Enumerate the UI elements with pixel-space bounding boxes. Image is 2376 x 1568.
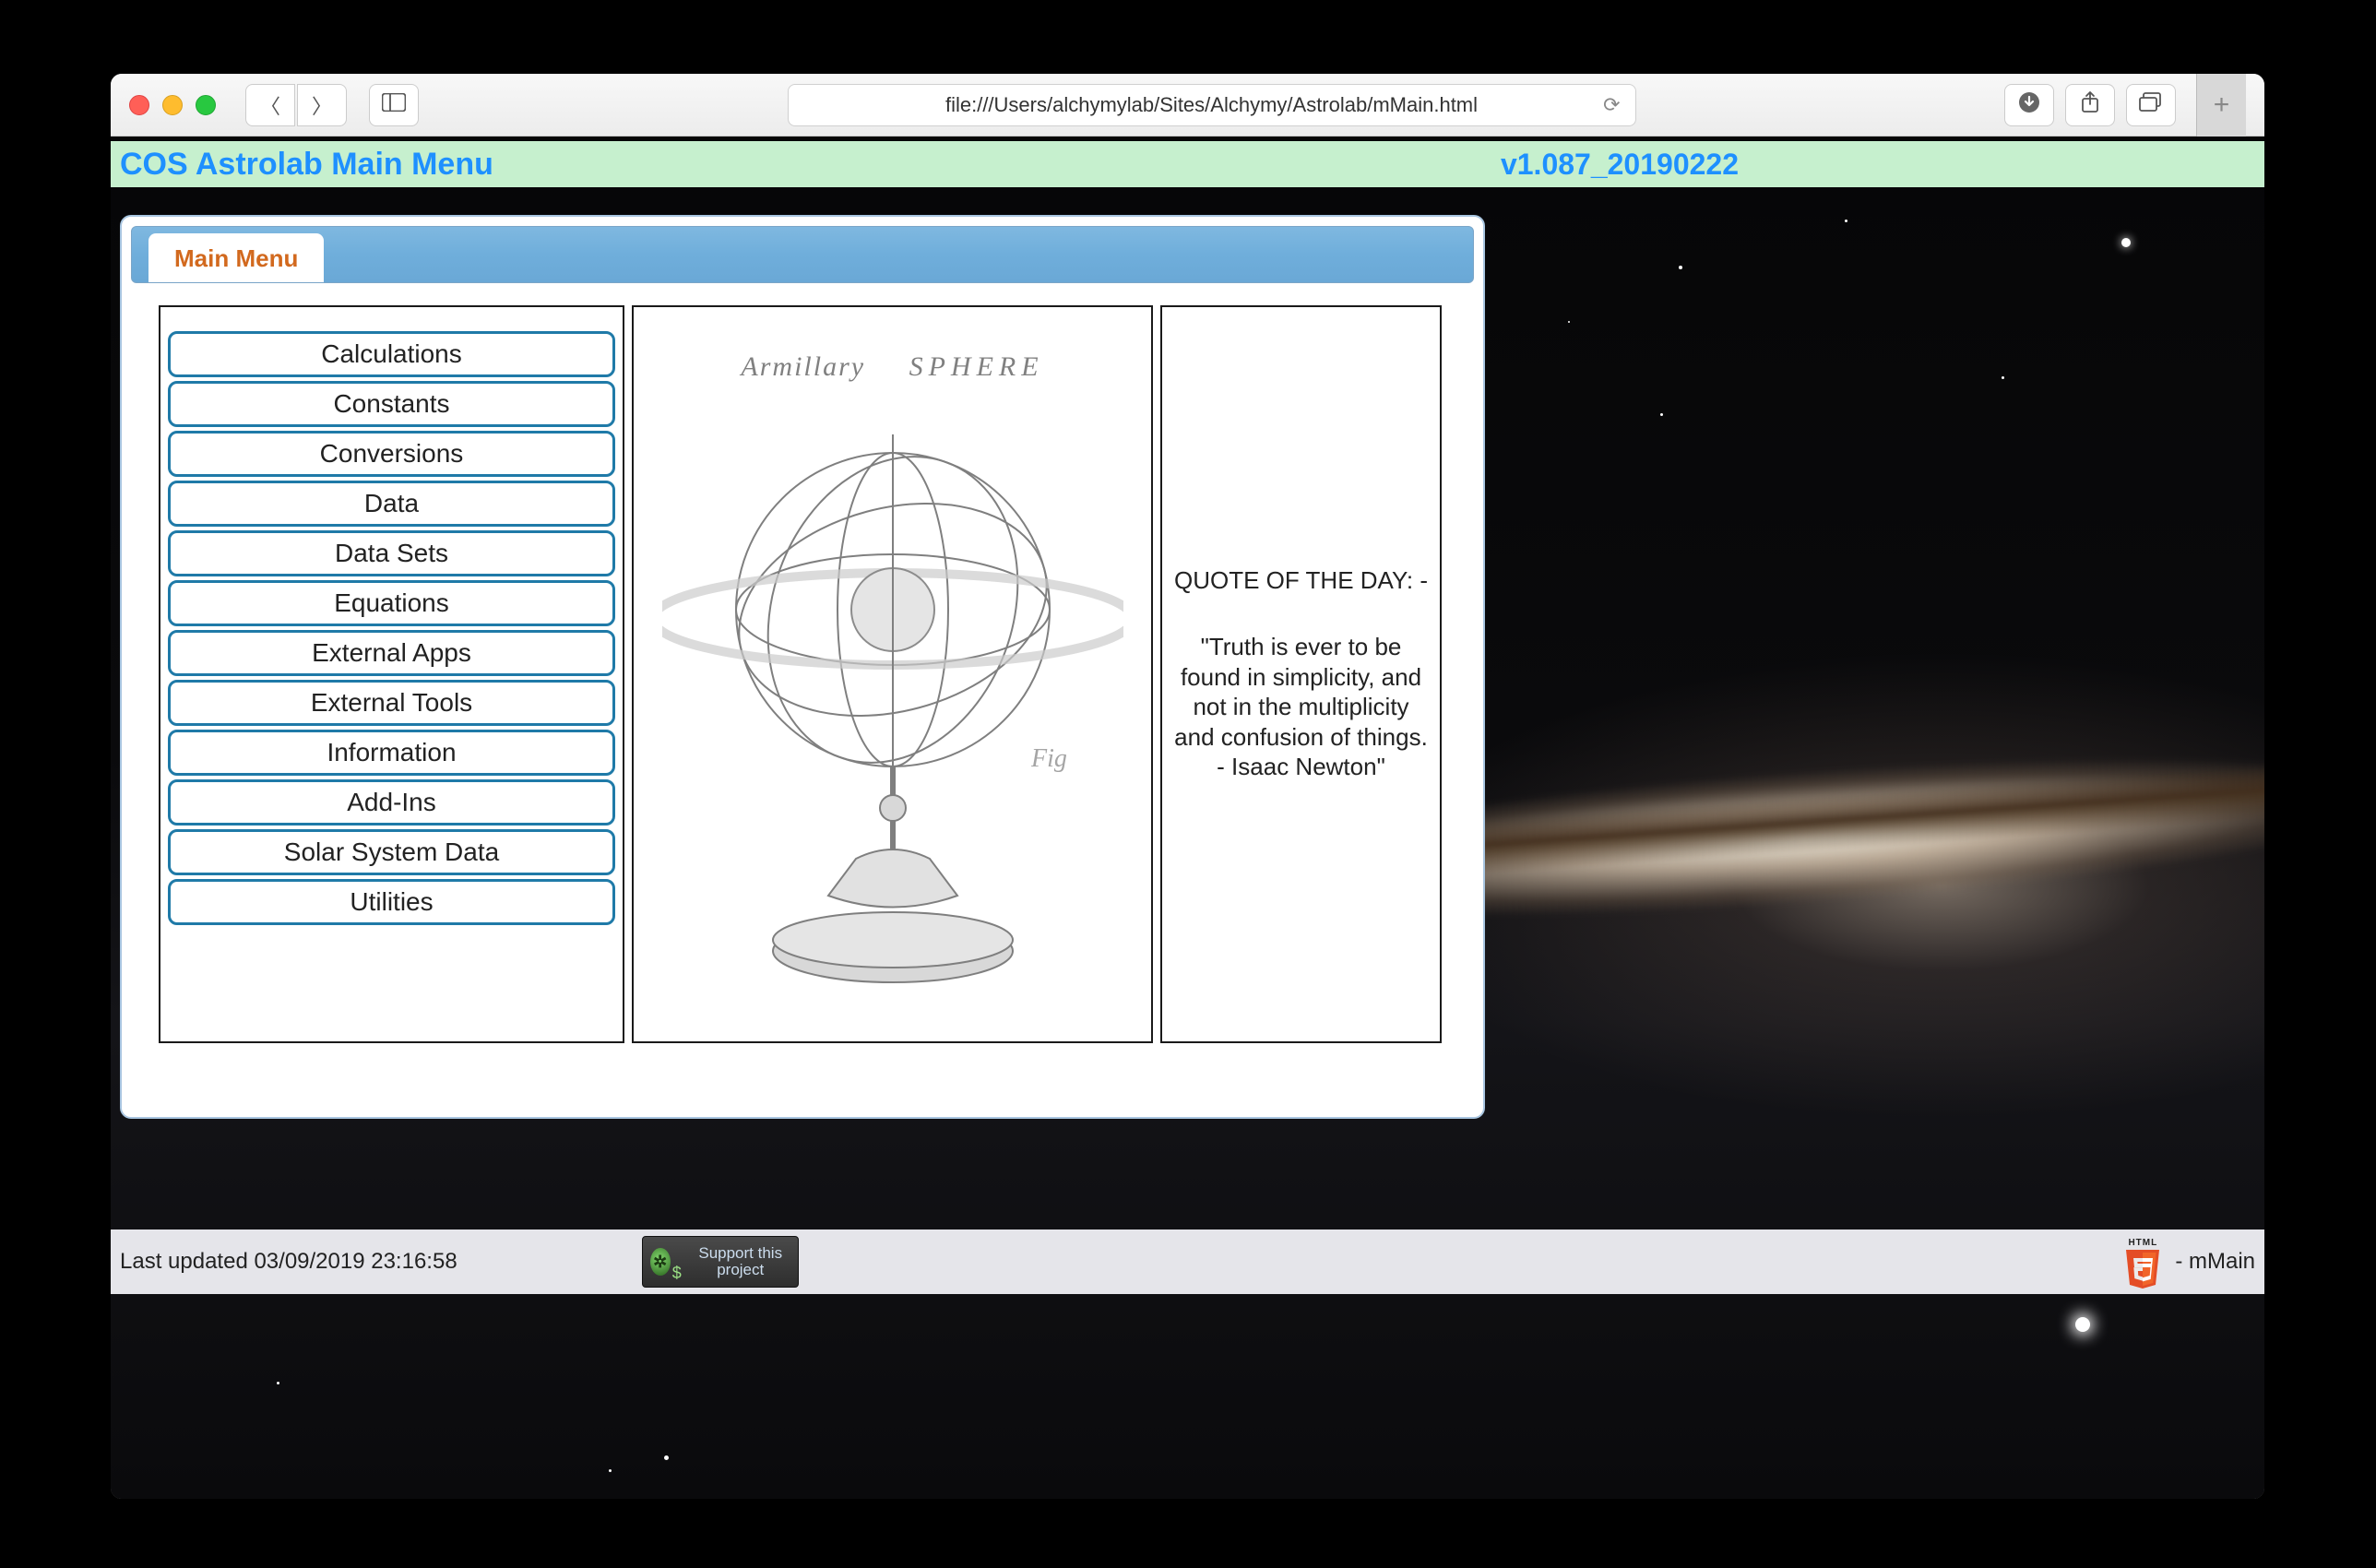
toolbar-right <box>2004 84 2176 126</box>
fig-label: Fig <box>1030 744 1067 773</box>
menu-label: Data <box>364 489 419 517</box>
forward-button[interactable]: 〉 <box>297 84 347 126</box>
menu-conversions[interactable]: Conversions <box>168 431 615 477</box>
quote-column: QUOTE OF THE DAY: - "Truth is ever to be… <box>1160 305 1442 1043</box>
window-controls <box>129 95 216 115</box>
menu-label: External Apps <box>312 638 471 667</box>
menu-label: Solar System Data <box>284 837 499 866</box>
star-bright <box>2075 1317 2090 1332</box>
safari-window: 〈 〉 file:///Users/alchymylab/Sites/Alchy… <box>111 74 2264 1499</box>
app-header: COS Astrolab Main Menu v1.087_20190222 <box>111 141 2264 187</box>
address-bar[interactable]: file:///Users/alchymylab/Sites/Alchymy/A… <box>788 84 1636 126</box>
chevron-right-icon: 〉 <box>312 90 332 120</box>
menu-external-apps[interactable]: External Apps <box>168 630 615 676</box>
close-window-button[interactable] <box>129 95 149 115</box>
share-icon <box>2080 90 2100 120</box>
illustration-column: Armillary SPHERE <box>632 305 1153 1043</box>
star <box>1568 321 1570 323</box>
star <box>2002 376 2004 379</box>
gear-icon: ✲ <box>650 1248 671 1276</box>
star-bright <box>2121 238 2131 247</box>
back-button[interactable]: 〈 <box>245 84 295 126</box>
share-button[interactable] <box>2065 84 2115 126</box>
chevron-left-icon: 〈 <box>260 90 280 120</box>
footer-page-name: - mMain <box>2175 1249 2255 1275</box>
version-label: v1.087_20190222 <box>1501 148 1739 182</box>
illustration-caption: Armillary SPHERE <box>634 351 1151 383</box>
url-text: file:///Users/alchymylab/Sites/Alchymy/A… <box>945 93 1478 117</box>
nav-back-forward: 〈 〉 <box>245 84 347 126</box>
tabs-icon <box>2139 92 2163 118</box>
titlebar: 〈 〉 file:///Users/alchymylab/Sites/Alchy… <box>111 74 2264 137</box>
support-project-badge[interactable]: ✲ $ Support this project <box>642 1236 799 1288</box>
reload-icon[interactable]: ⟳ <box>1603 93 1620 117</box>
menu-label: Equations <box>334 588 449 617</box>
armillary-sphere-illustration: Fig <box>662 379 1123 1006</box>
caption-right: SPHERE <box>909 351 1044 382</box>
menu-information[interactable]: Information <box>168 730 615 776</box>
menu-label: Utilities <box>350 887 433 916</box>
caption-left: Armillary <box>741 351 865 382</box>
star <box>664 1455 669 1460</box>
minimize-window-button[interactable] <box>162 95 183 115</box>
downloads-button[interactable] <box>2004 84 2054 126</box>
menu-label: External Tools <box>311 688 472 717</box>
tab-strip: Main Menu <box>131 226 1474 283</box>
page-viewport: COS Astrolab Main Menu v1.087_20190222 M… <box>111 137 2264 1499</box>
menu-label: Calculations <box>321 339 462 368</box>
footer-bar: Last updated 03/09/2019 23:16:58 ✲ $ Sup… <box>111 1229 2264 1294</box>
tab-main-menu[interactable]: Main Menu <box>148 233 324 282</box>
menu-label: Constants <box>333 389 449 418</box>
last-updated-label: Last updated 03/09/2019 23:16:58 <box>120 1249 457 1275</box>
footer-right: HTML - mMain <box>2121 1238 2255 1286</box>
maximize-window-button[interactable] <box>196 95 216 115</box>
menu-data-sets[interactable]: Data Sets <box>168 530 615 576</box>
star <box>277 1382 279 1384</box>
star <box>1679 266 1682 269</box>
menu-label: Information <box>327 738 456 766</box>
star <box>1660 413 1663 416</box>
menu-external-tools[interactable]: External Tools <box>168 680 615 726</box>
menu-equations[interactable]: Equations <box>168 580 615 626</box>
page-title: COS Astrolab Main Menu <box>120 147 493 183</box>
tabs-button[interactable] <box>2126 84 2176 126</box>
html5-small-label: HTML <box>2121 1238 2164 1248</box>
menu-label: Data Sets <box>335 539 448 567</box>
html5-icon: HTML <box>2121 1238 2164 1286</box>
sidebar-icon <box>382 93 406 117</box>
menu-label: Add-Ins <box>347 788 436 816</box>
plus-icon: + <box>2214 89 2230 121</box>
new-tab-button[interactable]: + <box>2196 74 2246 137</box>
star <box>1845 220 1847 222</box>
main-panel: Main Menu Calculations Constants Convers… <box>120 215 1485 1119</box>
quote-heading: QUOTE OF THE DAY: - <box>1174 566 1428 595</box>
menu-data[interactable]: Data <box>168 481 615 527</box>
menu-constants[interactable]: Constants <box>168 381 615 427</box>
star <box>609 1469 612 1472</box>
dollar-icon: $ <box>672 1264 682 1283</box>
menu-solar-system-data[interactable]: Solar System Data <box>168 829 615 875</box>
menu-label: Conversions <box>320 439 464 468</box>
menu-add-ins[interactable]: Add-Ins <box>168 779 615 826</box>
menu-column: Calculations Constants Conversions Data … <box>159 305 624 1043</box>
menu-calculations[interactable]: Calculations <box>168 331 615 377</box>
menu-utilities[interactable]: Utilities <box>168 879 615 925</box>
content-row: Calculations Constants Conversions Data … <box>131 305 1474 1043</box>
sidebar-toggle-button[interactable] <box>369 84 419 126</box>
support-label: Support this project <box>691 1245 790 1278</box>
tab-label: Main Menu <box>174 244 298 272</box>
download-icon <box>2018 91 2040 119</box>
quote-body: "Truth is ever to be found in simplicity… <box>1171 632 1431 782</box>
